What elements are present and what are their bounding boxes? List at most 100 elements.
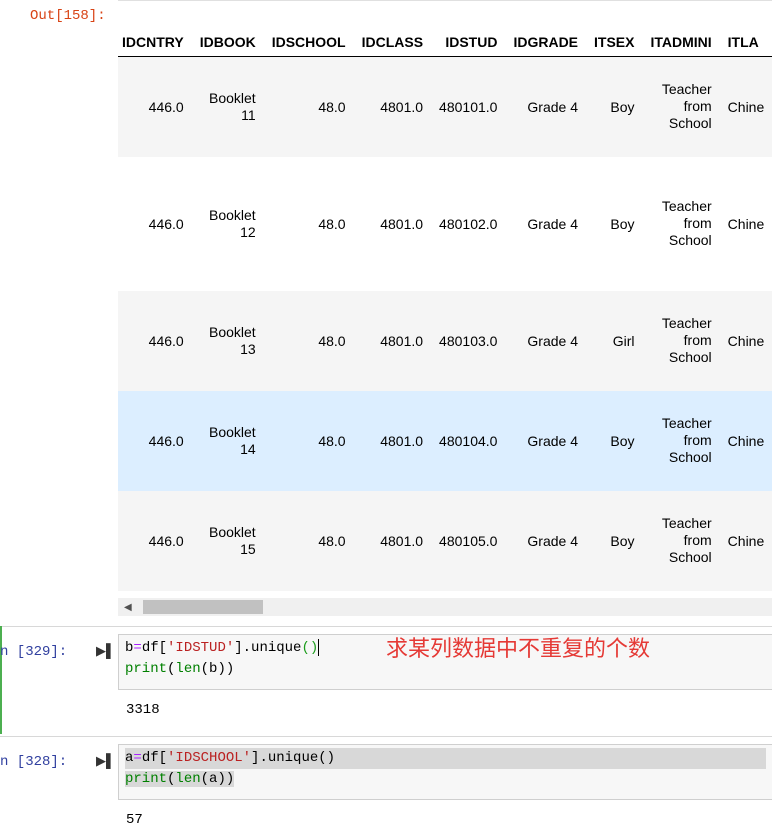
cell-idbook: Booklet 15 bbox=[191, 490, 264, 591]
admin-line-3: School bbox=[668, 349, 712, 365]
code-token: ].unique bbox=[251, 750, 319, 766]
cell-itla: Chine bbox=[719, 390, 772, 491]
cell-idgrade: Grade 4 bbox=[505, 390, 587, 491]
code-paren: ( bbox=[318, 750, 327, 766]
booklet-word: Booklet bbox=[209, 206, 256, 223]
cell-itla: Chine bbox=[719, 290, 772, 391]
column-header-idstud[interactable]: IDSTUD bbox=[431, 28, 506, 57]
dataframe-table: IDCNTRY IDBOOK IDSCHOOL IDCLASS IDSTUD I… bbox=[118, 28, 772, 591]
cell-idcntry: 446.0 bbox=[118, 390, 192, 491]
code-builtin: len bbox=[175, 661, 201, 677]
admin-line-1: Teacher bbox=[661, 315, 712, 331]
column-header-idbook[interactable]: IDBOOK bbox=[191, 28, 264, 57]
admin-line-1: Teacher bbox=[661, 515, 712, 531]
code-token: = bbox=[133, 750, 142, 766]
cell-idbook: Booklet 13 bbox=[191, 290, 264, 391]
cell-idbook: Booklet 12 bbox=[192, 157, 264, 291]
cell-idschool: 48.0 bbox=[318, 215, 346, 232]
cell-itla: Chine bbox=[719, 490, 772, 591]
cell-idgrade: Grade 4 bbox=[527, 215, 579, 232]
cell-idstud: 480102.0 bbox=[439, 215, 498, 232]
cell-idschool: 48.0 bbox=[263, 490, 354, 591]
cell-divider bbox=[0, 626, 772, 627]
admin-line-3: School bbox=[668, 549, 712, 565]
cell-output: 3318 bbox=[126, 702, 160, 718]
admin-line-2: from bbox=[683, 432, 712, 448]
table-row[interactable]: 446.0 Booklet 14 48.0 4801.0 480104.0 Grade 4B… bbox=[118, 390, 772, 491]
admin-line-1: Teacher bbox=[661, 81, 712, 98]
code-string: 'IDSTUD' bbox=[167, 640, 235, 656]
dataframe-output[interactable]: IDCNTRY IDBOOK IDSCHOOL IDCLASS IDSTUD I… bbox=[118, 0, 772, 598]
run-cell-icon[interactable]: ▶▌ bbox=[96, 753, 115, 769]
cell-idbook: Booklet 14 bbox=[191, 390, 264, 491]
cell-idclass: 4801.0 bbox=[353, 490, 432, 591]
cell-itsex: Girl bbox=[586, 290, 643, 391]
cell-idstud: 480103.0 bbox=[431, 290, 506, 391]
code-paren: ( bbox=[301, 640, 310, 656]
column-header-itadmini[interactable]: ITADMINI bbox=[642, 28, 720, 57]
admin-line-3: School bbox=[668, 449, 712, 465]
annotation-text: 求某列数据中不重复的个数 bbox=[386, 637, 651, 662]
booklet-number: 15 bbox=[240, 540, 256, 557]
cell-idclass: 4801.0 bbox=[353, 56, 432, 157]
code-editor[interactable]: a=df['IDSCHOOL'].unique() print(len(a)) bbox=[118, 744, 772, 800]
booklet-word: Booklet bbox=[209, 423, 256, 440]
code-paren: ) bbox=[326, 750, 336, 766]
admin-line-2: from bbox=[683, 532, 712, 548]
cell-idstud: 480105.0 bbox=[431, 490, 506, 591]
cell-idschool: 48.0 bbox=[263, 56, 354, 157]
cell-divider bbox=[0, 736, 772, 737]
admin-line-2: from bbox=[683, 332, 712, 348]
cell-itadmini: Teacher from School bbox=[642, 490, 720, 591]
table-row[interactable]: 446.0 Booklet 11 48.0 4801.0 480101.0 Grade 4B… bbox=[118, 56, 772, 157]
cell-idclass: 4801.0 bbox=[380, 215, 424, 232]
run-cell-icon[interactable]: ▶▌ bbox=[96, 643, 115, 659]
cell-idclass: 4801.0 bbox=[353, 390, 432, 491]
code-builtin: print bbox=[125, 771, 168, 787]
admin-line-3: School bbox=[668, 232, 712, 248]
table-row[interactable]: 446.0 Booklet 13 48.0 4801.0 480103.0 Grade 4G… bbox=[118, 290, 772, 391]
scrollbar-thumb[interactable] bbox=[143, 600, 263, 614]
column-header-idclass[interactable]: IDCLASS bbox=[353, 28, 432, 57]
table-header-row: IDCNTRY IDBOOK IDSCHOOL IDCLASS IDSTUD I… bbox=[118, 28, 772, 57]
admin-line-3: School bbox=[668, 115, 712, 132]
cell-itadmini: Teacher from School bbox=[642, 390, 720, 491]
table-row[interactable]: 446.0 Booklet 15 48.0 4801.0 480105.0 Grade 4B… bbox=[118, 490, 772, 591]
admin-line-1: Teacher bbox=[661, 198, 712, 214]
booklet-word: Booklet bbox=[209, 523, 256, 540]
scroll-left-arrow-icon[interactable]: ◀ bbox=[124, 602, 132, 613]
text-cursor bbox=[318, 638, 320, 656]
admin-line-2: from bbox=[683, 98, 712, 115]
code-token: df[ bbox=[141, 640, 168, 656]
cell-idcntry: 446.0 bbox=[148, 215, 184, 232]
column-header-itsex[interactable]: ITSEX bbox=[586, 28, 643, 57]
cell-idstud: 480104.0 bbox=[431, 390, 506, 491]
output-prompt: Out[158]: bbox=[30, 8, 106, 24]
column-header-idschool[interactable]: IDSCHOOL bbox=[263, 28, 354, 57]
code-paren: ) bbox=[309, 640, 319, 656]
code-token: = bbox=[133, 640, 142, 656]
horizontal-scrollbar[interactable]: ◀ bbox=[118, 598, 772, 616]
input-prompt: n [328]: bbox=[0, 754, 68, 770]
cell-idcntry: 446.0 bbox=[118, 490, 192, 591]
booklet-number: 14 bbox=[240, 440, 256, 457]
column-header-idgrade[interactable]: IDGRADE bbox=[505, 28, 587, 57]
cell-idclass: 4801.0 bbox=[353, 290, 432, 391]
cell-idstud: 480101.0 bbox=[431, 56, 506, 157]
code-token: (b)) bbox=[200, 661, 235, 677]
column-header-idcntry[interactable]: IDCNTRY bbox=[118, 28, 192, 57]
input-prompt: n [329]: bbox=[0, 644, 68, 660]
code-token: ].unique bbox=[234, 640, 302, 656]
code-builtin: len bbox=[175, 771, 201, 787]
active-cell-indicator bbox=[0, 626, 2, 734]
cell-itla: Chine bbox=[719, 56, 772, 157]
cell-idschool: 48.0 bbox=[263, 390, 354, 491]
cell-itadmini: Teacher from School bbox=[642, 290, 720, 391]
column-header-itla[interactable]: ITLA bbox=[719, 28, 772, 57]
code-string: 'IDSCHOOL' bbox=[167, 750, 252, 766]
cell-itsex: Boy bbox=[586, 390, 643, 491]
table-row[interactable]: 446.0 Booklet 12 48.0 4801.0 480102.0 Grade 4 B… bbox=[118, 157, 772, 291]
cell-itsex: Boy bbox=[586, 56, 643, 157]
cell-idbook: Booklet 11 bbox=[191, 56, 264, 157]
cell-itadmini: Teacher from School bbox=[642, 56, 720, 157]
